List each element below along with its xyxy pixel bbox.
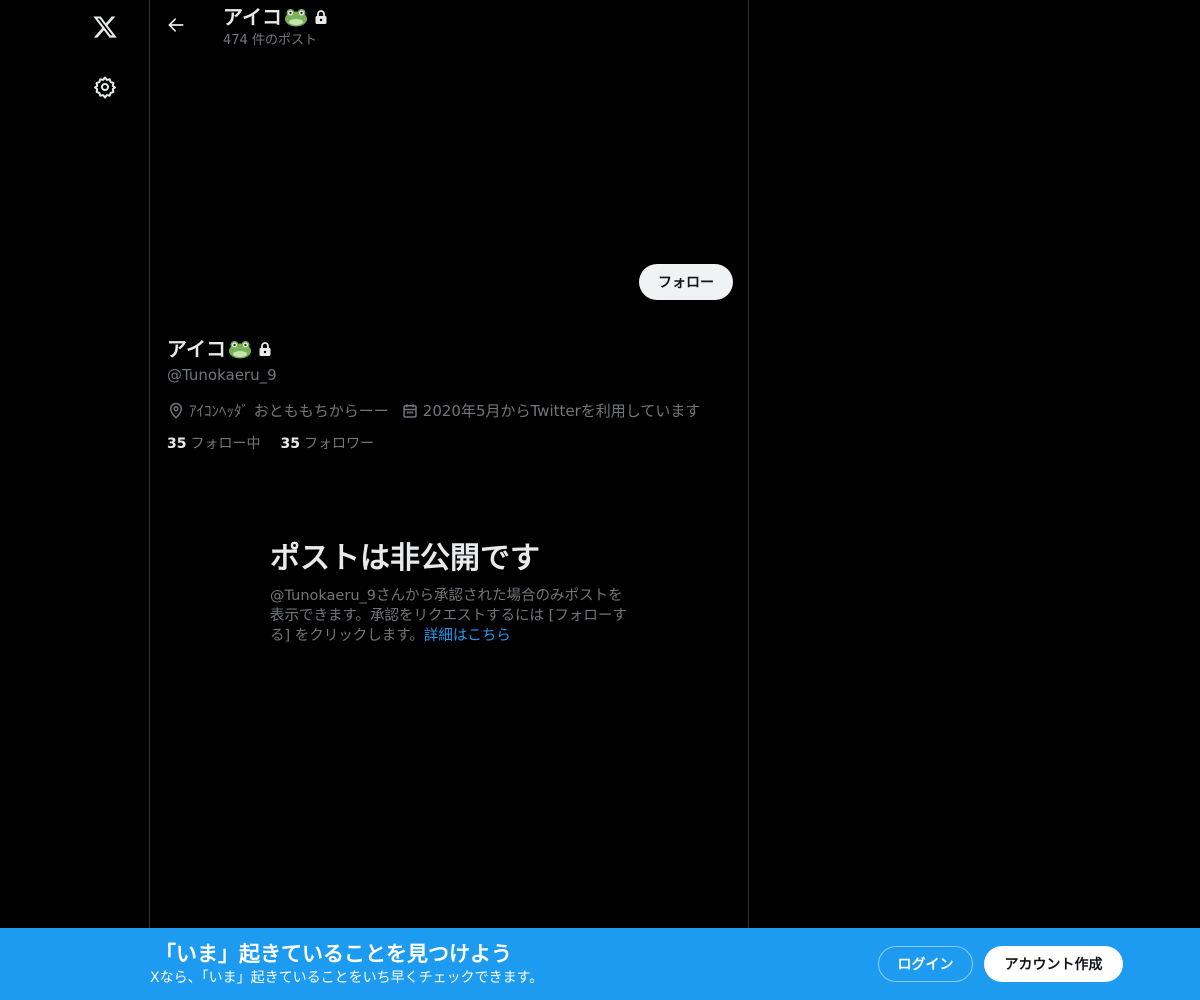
follow-button[interactable]: フォロー (639, 264, 733, 300)
profile-handle: @Tunokaeru_9 (167, 366, 277, 384)
followers-link[interactable]: 35 フォロワー (280, 434, 373, 454)
signup-banner: 「いま」起きていることを見つけよう Xなら、「いま」起きていることをいち早くチェ… (0, 928, 1200, 1000)
learn-more-link[interactable]: 詳細はこちら (424, 628, 511, 644)
header-name: アイコ (223, 5, 282, 29)
banner-title: 「いま」起きていることを見つけよう (155, 942, 512, 966)
following-label: フォロー中 (190, 436, 261, 452)
banner-subtitle: Xなら、「いま」起きていることをいち早くチェックできます。 (150, 970, 544, 986)
follow-stats: 35 フォロー中 35 フォロワー (167, 434, 394, 454)
following-link[interactable]: 35 フォロー中 (167, 434, 260, 454)
display-name-text: アイコ (167, 337, 226, 361)
lock-icon (259, 342, 271, 356)
frog-emoji-icon (229, 341, 251, 359)
following-count: 35 (167, 436, 187, 452)
private-title: ポストは非公開です (270, 541, 540, 576)
profile-column: アイコ 474 件のポスト フォロー アイコ @Tunokaeru_9 ｱｲｺﾝ… (149, 0, 749, 1000)
private-notice: ポストは非公開です @Tunokaeru_9さんから承認された場合のみポストを表… (270, 540, 630, 646)
header-title: アイコ (223, 5, 329, 29)
back-arrow-icon[interactable] (158, 7, 194, 43)
private-description: @Tunokaeru_9さんから承認された場合のみポストを表示できます。承認をリ… (270, 586, 630, 646)
login-button[interactable]: ログイン (878, 946, 973, 982)
profile-header: アイコ 474 件のポスト (150, 0, 748, 53)
joined-text: 2020年5月からTwitterを利用しています (422, 402, 701, 420)
location-text: ｱｲｺﾝﾍｯﾀﾞ おとももちからーー (189, 402, 389, 420)
calendar-icon (403, 404, 417, 418)
frog-emoji-icon (285, 9, 307, 27)
lock-icon (315, 10, 327, 24)
post-count: 474 件のポスト (223, 33, 317, 48)
signup-button[interactable]: アカウント作成 (984, 946, 1123, 982)
location-pin-icon (169, 402, 183, 419)
profile-joined: 2020年5月からTwitterを利用しています (401, 401, 701, 421)
profile-location: ｱｲｺﾝﾍｯﾀﾞ おとももちからーー (167, 401, 389, 421)
x-logo-icon[interactable] (83, 5, 127, 49)
followers-count: 35 (280, 436, 300, 452)
display-name: アイコ (167, 336, 273, 362)
followers-label: フォロワー (303, 436, 374, 452)
profile-meta: ｱｲｺﾝﾍｯﾀﾞ おとももちからーー 2020年5月からTwitterを利用して… (167, 401, 712, 421)
gear-icon[interactable] (83, 65, 127, 109)
left-navigation (0, 0, 149, 1000)
